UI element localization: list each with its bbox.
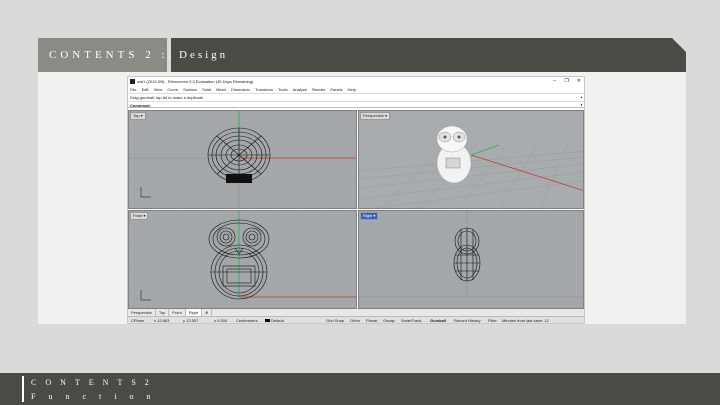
viewport-right[interactable]: Right ▾ bbox=[358, 210, 584, 309]
footer-section-label: CONTENTS2 bbox=[31, 378, 158, 387]
history-text: Drag gumball; tap Alt to make a duplicat… bbox=[130, 95, 203, 100]
y-coordinate: y 12.507 bbox=[183, 318, 199, 323]
menu-surface[interactable]: Surface bbox=[183, 86, 197, 93]
menu-bar: File Edit View Curve Surface Solid Mesh … bbox=[128, 86, 584, 93]
slide-header: CONTENTS 2 :: Design bbox=[38, 38, 686, 72]
menu-panels[interactable]: Panels bbox=[330, 86, 342, 93]
toggle-planar[interactable]: Planar bbox=[366, 317, 378, 323]
toggle-ortho[interactable]: Ortho bbox=[350, 317, 360, 323]
command-line[interactable]: Command: ▼ bbox=[128, 101, 584, 108]
right-view-canvas bbox=[359, 211, 583, 308]
layer-name: Default bbox=[271, 318, 284, 323]
maximize-button[interactable]: ❐ bbox=[565, 77, 569, 86]
window-title: owl1 (2015 KB) - Rhinoceros 5.0 Evaluati… bbox=[137, 79, 254, 84]
status-bar: CPlane x 12.663 y 12.507 z 0.000 Centime… bbox=[128, 316, 584, 323]
toggle-gumball[interactable]: Gumball bbox=[430, 317, 446, 323]
tab-top[interactable]: Top bbox=[156, 309, 170, 316]
footer-section-title: Function bbox=[31, 392, 164, 401]
title-bar: owl1 (2015 KB) - Rhinoceros 5.0 Evaluati… bbox=[128, 77, 584, 86]
menu-file[interactable]: File bbox=[130, 86, 136, 93]
menu-render[interactable]: Render bbox=[312, 86, 325, 93]
menu-mesh[interactable]: Mesh bbox=[216, 86, 226, 93]
top-view-canvas bbox=[129, 111, 356, 208]
minimize-button[interactable]: – bbox=[553, 77, 556, 86]
rhino-window: owl1 (2015 KB) - Rhinoceros 5.0 Evaluati… bbox=[127, 76, 585, 324]
command-label: Command: bbox=[130, 103, 151, 108]
tab-perspective[interactable]: Perspective bbox=[128, 309, 156, 316]
owl-perspective-model bbox=[436, 125, 472, 184]
save-info: Minutes from last save: 12 bbox=[502, 318, 549, 323]
viewport-tabs: Perspective Top Front Right ⊕ bbox=[128, 309, 584, 316]
units-label[interactable]: Centimeters bbox=[236, 317, 258, 323]
viewport-label-perspective[interactable]: Perspective ▾ bbox=[360, 112, 391, 120]
menu-help[interactable]: Help bbox=[348, 86, 356, 93]
tab-front[interactable]: Front bbox=[169, 309, 186, 316]
menu-analyze[interactable]: Analyze bbox=[293, 86, 307, 93]
tab-right[interactable]: Right bbox=[185, 309, 203, 316]
section-label: CONTENTS 2 :: bbox=[38, 38, 172, 72]
toggle-record-history[interactable]: Record History bbox=[454, 317, 480, 323]
viewport-label-front[interactable]: Front ▾ bbox=[130, 212, 149, 220]
footer-accent-bar bbox=[22, 376, 24, 402]
menu-dimension[interactable]: Dimension bbox=[231, 86, 250, 93]
add-viewport-tab-icon[interactable]: ⊕ bbox=[202, 309, 213, 316]
close-button[interactable]: ✕ bbox=[577, 77, 581, 86]
viewport-top[interactable]: Top ▾ bbox=[128, 110, 357, 209]
toggle-osnap[interactable]: Osnap bbox=[383, 317, 395, 323]
owl-top-wireframe bbox=[207, 127, 271, 183]
cplane-label: CPlane bbox=[131, 318, 145, 323]
viewport-perspective[interactable]: Perspective ▾ bbox=[358, 110, 584, 209]
menu-solid[interactable]: Solid bbox=[202, 86, 211, 93]
viewport-front[interactable]: Front ▾ bbox=[128, 210, 357, 309]
menu-tools[interactable]: Tools bbox=[278, 86, 287, 93]
menu-edit[interactable]: Edit bbox=[142, 86, 149, 93]
menu-view[interactable]: View bbox=[154, 86, 163, 93]
menu-transform[interactable]: Transform bbox=[255, 86, 273, 93]
viewport-label-right[interactable]: Right ▾ bbox=[360, 212, 379, 220]
command-history: Drag gumball; tap Alt to make a duplicat… bbox=[128, 93, 584, 100]
menu-curve[interactable]: Curve bbox=[167, 86, 178, 93]
rhino-logo-icon bbox=[130, 79, 135, 84]
toggle-grid-snap[interactable]: Grid Snap bbox=[326, 317, 344, 323]
z-coordinate: z 0.000 bbox=[214, 318, 228, 323]
section-title: Design bbox=[171, 38, 686, 72]
x-coordinate: x 12.663 bbox=[154, 318, 170, 323]
layer-indicator[interactable]: Default bbox=[265, 317, 284, 323]
toggle-filter[interactable]: Filter bbox=[488, 317, 497, 323]
front-view-canvas bbox=[129, 211, 356, 308]
scroll-up-icon[interactable]: ▲ bbox=[580, 94, 583, 101]
toggle-smarttrack[interactable]: SmartTrack bbox=[401, 317, 422, 323]
viewport-label-top[interactable]: Top ▾ bbox=[130, 112, 146, 120]
layer-color-swatch bbox=[265, 319, 270, 323]
perspective-view-canvas bbox=[359, 111, 583, 208]
scroll-down-icon[interactable]: ▼ bbox=[580, 102, 583, 109]
